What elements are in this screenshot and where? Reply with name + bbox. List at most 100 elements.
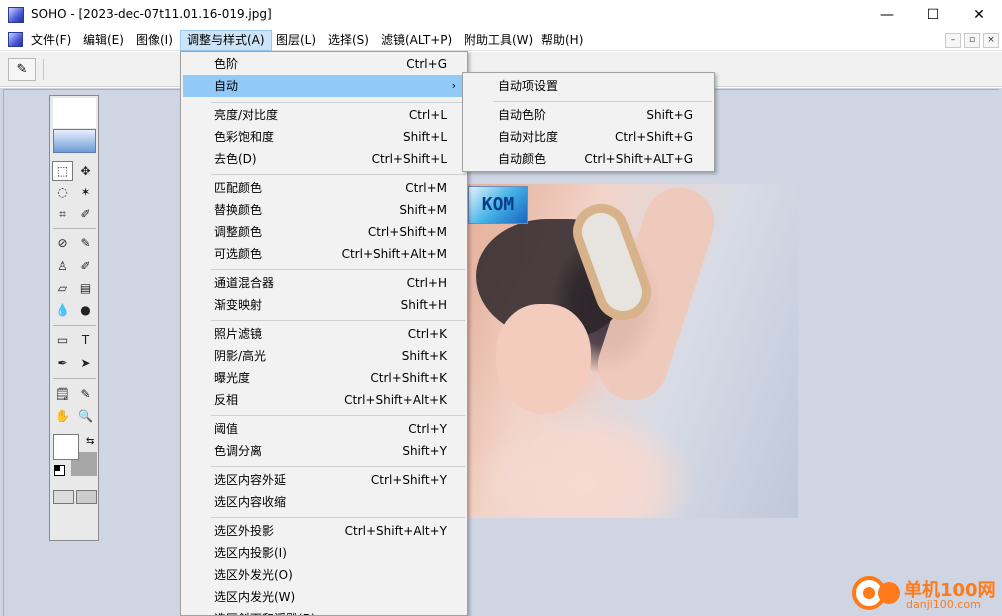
menu-item-bevel-emboss[interactable]: 选区斜面和浮雕(B) <box>183 608 465 615</box>
menu-edit[interactable]: 编辑(E) <box>77 30 130 51</box>
menu-filter[interactable]: 滤镜(ALT+P) <box>375 30 458 51</box>
menu-item-expand-selection-content[interactable]: 选区内容外延 Ctrl+Shift+Y <box>183 469 465 491</box>
menu-item-inner-glow[interactable]: 选区内发光(W) <box>183 586 465 608</box>
menu-file[interactable]: 文件(F) <box>25 30 77 51</box>
menu-item-outer-shadow[interactable]: 选区外投影 Ctrl+Shift+Alt+Y <box>183 520 465 542</box>
menu-item-match-color[interactable]: 匹配颜色 Ctrl+M <box>183 177 465 199</box>
standard-screen-mode-button[interactable] <box>53 490 74 504</box>
tool-preset-picker[interactable]: ✎ <box>8 58 36 81</box>
menu-item-channel-mixer[interactable]: 通道混合器 Ctrl+H <box>183 272 465 294</box>
direct-select-icon: ➤ <box>80 356 91 370</box>
maximize-icon: ☐ <box>926 7 940 23</box>
submenu-item-auto-color[interactable]: 自动颜色 Ctrl+Shift+ALT+G <box>465 148 712 170</box>
menu-item-photo-filter[interactable]: 照片滤镜 Ctrl+K <box>183 323 465 345</box>
adjust-style-dropdown: 色阶 Ctrl+G 自动 › 亮度/对比度 Ctrl+L 色彩饱和度 Shift… <box>180 51 468 616</box>
menu-item-label: 选区内容外延 <box>214 473 287 487</box>
menu-item-adjust-color[interactable]: 调整颜色 Ctrl+Shift+M <box>183 221 465 243</box>
brush-tool[interactable]: ✎ <box>75 233 96 253</box>
zoom-tool[interactable]: 🔍 <box>75 406 96 426</box>
move-icon: ✥ <box>80 164 91 178</box>
full-screen-mode-button[interactable] <box>76 490 97 504</box>
watermark-url: danji100.com <box>906 598 981 611</box>
pen-tool[interactable]: ✒ <box>52 353 73 373</box>
menu-item-label: 去色(D) <box>214 152 257 166</box>
notes-tool[interactable]: 🗒 <box>52 384 73 404</box>
hand-tool[interactable]: ✋ <box>52 406 73 426</box>
crop-icon: ⌗ <box>59 206 66 221</box>
mdi-minimize-button[interactable]: – <box>945 33 961 48</box>
menu-item-label: 阈值 <box>214 422 239 436</box>
shape-tool[interactable]: ▭ <box>52 330 73 350</box>
swap-colors-icon[interactable]: ⇆ <box>86 436 94 447</box>
menu-item-shrink-selection-content[interactable]: 选区内容收缩 <box>183 491 465 513</box>
menu-image[interactable]: 图像(I) <box>130 30 179 51</box>
healing-brush-tool[interactable]: ⊘ <box>52 233 73 253</box>
gradient-tool[interactable]: ▤ <box>75 278 96 298</box>
blur-tool[interactable]: 💧 <box>52 300 73 320</box>
type-tool[interactable]: T <box>75 330 96 350</box>
move-tool[interactable]: ✥ <box>75 161 96 181</box>
menu-item-invert[interactable]: 反相 Ctrl+Shift+Alt+K <box>183 389 465 411</box>
menu-item-levels[interactable]: 色阶 Ctrl+G <box>183 53 465 75</box>
mdi-close-button[interactable]: × <box>983 33 999 48</box>
menu-item-label: 自动项设置 <box>498 79 559 93</box>
dodge-tool[interactable]: ● <box>75 300 96 320</box>
eyedropper-tool[interactable]: ✎ <box>75 384 96 404</box>
menu-item-inner-shadow[interactable]: 选区内投影(I) <box>183 542 465 564</box>
menu-item-desaturate[interactable]: 去色(D) Ctrl+Shift+L <box>183 148 465 170</box>
lasso-tool[interactable]: ◌ <box>52 182 73 202</box>
menu-tools[interactable]: 附助工具(W) <box>458 30 539 51</box>
toolbox-header <box>53 98 96 128</box>
menu-select[interactable]: 选择(S) <box>322 30 375 51</box>
menu-item-shortcut: Shift+L <box>402 130 447 144</box>
menu-item-replace-color[interactable]: 替换颜色 Shift+M <box>183 199 465 221</box>
menu-item-shadows-highlights[interactable]: 阴影/高光 Shift+K <box>183 345 465 367</box>
close-button[interactable]: ✕ <box>956 0 1002 30</box>
crop-tool[interactable]: ⌗ <box>52 204 73 224</box>
eraser-tool[interactable]: ▱ <box>52 278 73 298</box>
direct-select-tool[interactable]: ➤ <box>75 353 96 373</box>
submenu-item-auto-levels[interactable]: 自动色阶 Shift+G <box>465 104 712 126</box>
history-brush-tool[interactable]: ✐ <box>75 256 96 276</box>
menu-separator <box>211 466 465 467</box>
eyedropper-icon: ✎ <box>80 387 91 401</box>
color-sampler-tool[interactable]: ✐ <box>75 204 96 224</box>
maximize-button[interactable]: ☐ <box>910 0 956 30</box>
menu-item-outer-glow[interactable]: 选区外发光(O) <box>183 564 465 586</box>
menu-item-label: 选区斜面和浮雕(B) <box>214 608 316 615</box>
menu-item-shortcut: Ctrl+G <box>406 57 447 71</box>
menu-item-label: 自动色阶 <box>498 108 547 122</box>
menu-item-shortcut: Ctrl+Shift+K <box>370 371 447 385</box>
rect-marquee-tool[interactable]: ⬚ <box>52 161 73 181</box>
magic-wand-tool[interactable]: ✶ <box>75 182 96 202</box>
submenu-item-auto-contrast[interactable]: 自动对比度 Ctrl+Shift+G <box>465 126 712 148</box>
menu-item-shortcut: Shift+M <box>399 203 447 217</box>
image-canvas[interactable]: KOM <box>466 184 798 518</box>
minimize-button[interactable]: — <box>864 0 910 30</box>
menu-item-exposure[interactable]: 曝光度 Ctrl+Shift+K <box>183 367 465 389</box>
menu-item-brightness-contrast[interactable]: 亮度/对比度 Ctrl+L <box>183 104 465 126</box>
notes-icon: 🗒 <box>54 387 71 401</box>
menu-item-saturation[interactable]: 色彩饱和度 Shift+L <box>183 126 465 148</box>
menu-item-auto[interactable]: 自动 › <box>183 75 465 97</box>
clone-stamp-tool[interactable]: ♙ <box>52 256 73 276</box>
menu-help[interactable]: 帮助(H) <box>535 30 589 51</box>
menu-item-shortcut: Ctrl+M <box>405 181 447 195</box>
menu-item-label: 自动对比度 <box>498 130 559 144</box>
submenu-item-auto-settings[interactable]: 自动项设置 <box>465 75 712 97</box>
foreground-color-swatch[interactable] <box>53 434 79 460</box>
document-icon[interactable] <box>8 32 23 47</box>
menu-adjust-style[interactable]: 调整与样式(A) <box>180 30 272 51</box>
menu-item-label: 反相 <box>214 393 239 407</box>
default-colors-icon[interactable] <box>54 465 65 476</box>
menu-separator <box>211 517 465 518</box>
menu-item-gradient-map[interactable]: 渐变映射 Shift+H <box>183 294 465 316</box>
menu-item-posterize[interactable]: 色调分离 Shift+Y <box>183 440 465 462</box>
mdi-restore-button[interactable]: ▫ <box>964 33 980 48</box>
menu-layer[interactable]: 图层(L) <box>270 30 322 51</box>
menu-item-threshold[interactable]: 阈值 Ctrl+Y <box>183 418 465 440</box>
menu-item-label: 自动 <box>214 79 239 93</box>
menu-item-selective-color[interactable]: 可选颜色 Ctrl+Shift+Alt+M <box>183 243 465 265</box>
menu-item-label: 渐变映射 <box>214 298 263 312</box>
menu-item-label: 选区外发光(O) <box>214 568 293 582</box>
